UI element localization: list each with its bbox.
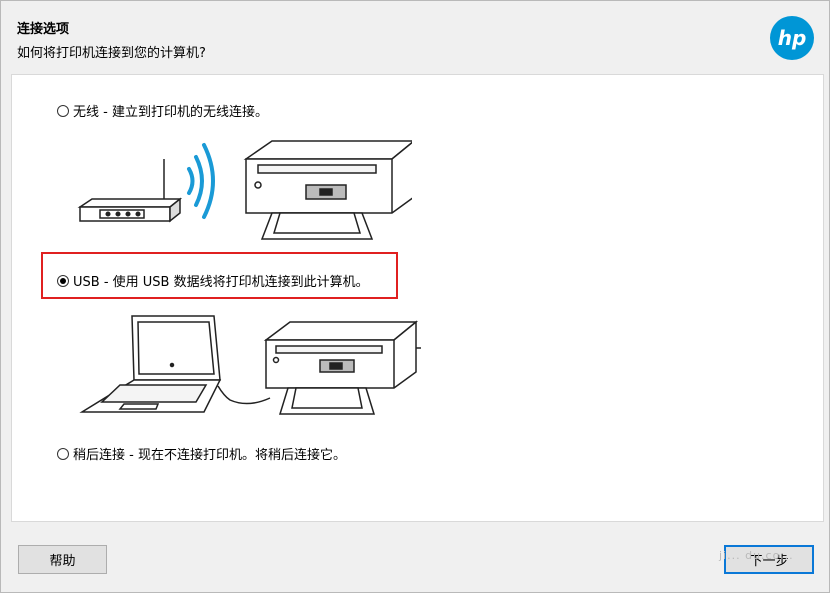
hp-logo-text: hp (778, 26, 807, 50)
page-title: 连接选项 (17, 22, 70, 37)
radio-wireless[interactable] (57, 104, 69, 117)
header: 连接选项 如何将打印机连接到您的计算机? hp (1, 1, 829, 71)
option-wireless-label: 无线 - 建立到打印机的无线连接。 (73, 105, 268, 120)
printer-icon (243, 140, 412, 240)
hp-logo-icon: hp (770, 16, 814, 60)
radio-later[interactable] (57, 447, 69, 460)
help-button[interactable]: 帮助 (18, 545, 107, 574)
option-wireless[interactable]: 无线 - 建立到打印机的无线连接。 (57, 101, 268, 120)
page-subtitle: 如何将打印机连接到您的计算机? (17, 46, 206, 61)
watermark: ji... du.co... (719, 549, 794, 562)
wifi-icon (187, 143, 215, 219)
usb-illustration (79, 315, 421, 415)
usb-highlight-box (41, 252, 398, 299)
laptop-icon (79, 315, 222, 413)
option-later[interactable]: 稍后连接 - 现在不连接打印机。将稍后连接它。 (57, 444, 346, 463)
installer-window: 连接选项 如何将打印机连接到您的计算机? hp 无线 - 建立到打印机的无线连接… (0, 0, 830, 593)
connection-options-panel: 无线 - 建立到打印机的无线连接。 USB - 使用 USB 数据线将打印机连接… (11, 74, 824, 522)
usb-cable (217, 385, 271, 405)
printer-icon (263, 320, 421, 415)
wireless-illustration (77, 140, 412, 240)
router-icon (77, 159, 183, 223)
option-later-label: 稍后连接 - 现在不连接打印机。将稍后连接它。 (73, 448, 346, 463)
